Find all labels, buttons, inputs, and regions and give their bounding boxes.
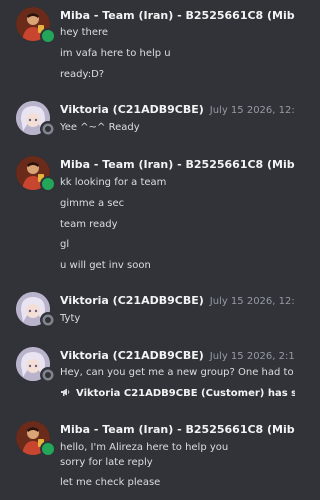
message-line: Tyty <box>60 313 81 324</box>
timestamp: July 15 2026, 2:11 PM <box>209 351 295 362</box>
message-header: Viktoria (C21ADB9CBE) July 15 2026, 12:46… <box>60 103 295 118</box>
message-line: ready:D? <box>60 69 105 80</box>
message-line: sorry for late reply <box>60 457 153 468</box>
online-status-icon <box>40 28 56 44</box>
offline-status-icon <box>40 312 56 328</box>
system-message-text: Viktoria C21ADB9CBE (Customer) has sent … <box>76 388 295 399</box>
message-line: im vafa here to help u <box>60 48 171 59</box>
message-header: Miba - Team (Iran) - B2525661C8 (MibaBoo… <box>60 9 295 23</box>
message-line: kk looking for a team <box>60 177 167 188</box>
message-header: Viktoria (C21ADB9CBE) July 15 2026, 12:51… <box>60 294 295 309</box>
author-name[interactable]: Viktoria (C21ADB9CBE) <box>60 349 204 362</box>
message-line: gimme a sec <box>60 198 125 209</box>
author-name[interactable]: Miba - Team (Iran) - B2525661C8 (MibaBoo… <box>60 9 295 22</box>
message-line: hello, I'm Alireza here to help you <box>60 442 229 453</box>
message-line: let me check please <box>60 477 161 488</box>
message-line: team ready <box>60 219 118 230</box>
message-header: Miba - Team (Iran) - B2525661C8 (MibaBoo… <box>60 423 295 437</box>
offline-status-icon <box>40 367 56 383</box>
online-status-icon <box>40 176 56 192</box>
message-line: hey there <box>60 27 109 38</box>
offline-status-icon <box>40 121 56 137</box>
system-message: Viktoria C21ADB9CBE (Customer) has sent … <box>60 387 295 401</box>
message-line: Yee ^~^ Ready <box>60 122 140 133</box>
message-header: Viktoria (C21ADB9CBE) July 15 2026, 2:11 … <box>60 349 295 364</box>
message-line: gl <box>60 239 70 250</box>
online-status-icon <box>40 441 56 457</box>
author-name[interactable]: Miba - Team (Iran) - B2525661C8 (MibaBoo… <box>60 158 295 171</box>
author-name[interactable]: Viktoria (C21ADB9CBE) <box>60 294 204 307</box>
timestamp: July 15 2026, 12:51 PM <box>209 296 295 307</box>
megaphone-icon <box>60 387 70 397</box>
timestamp: July 15 2026, 12:46 PM <box>209 105 295 116</box>
message-line: u will get inv soon <box>60 260 151 271</box>
message-line: Hey, can you get me a new group? One had… <box>60 367 295 378</box>
author-name[interactable]: Miba - Team (Iran) - B2525661C8 (MibaBoo… <box>60 423 295 436</box>
author-name[interactable]: Viktoria (C21ADB9CBE) <box>60 103 204 116</box>
chat-log: Miba - Team (Iran) - B2525661C8 (MibaBoo… <box>0 0 295 500</box>
message-header: Miba - Team (Iran) - B2525661C8 (MibaBoo… <box>60 158 295 172</box>
